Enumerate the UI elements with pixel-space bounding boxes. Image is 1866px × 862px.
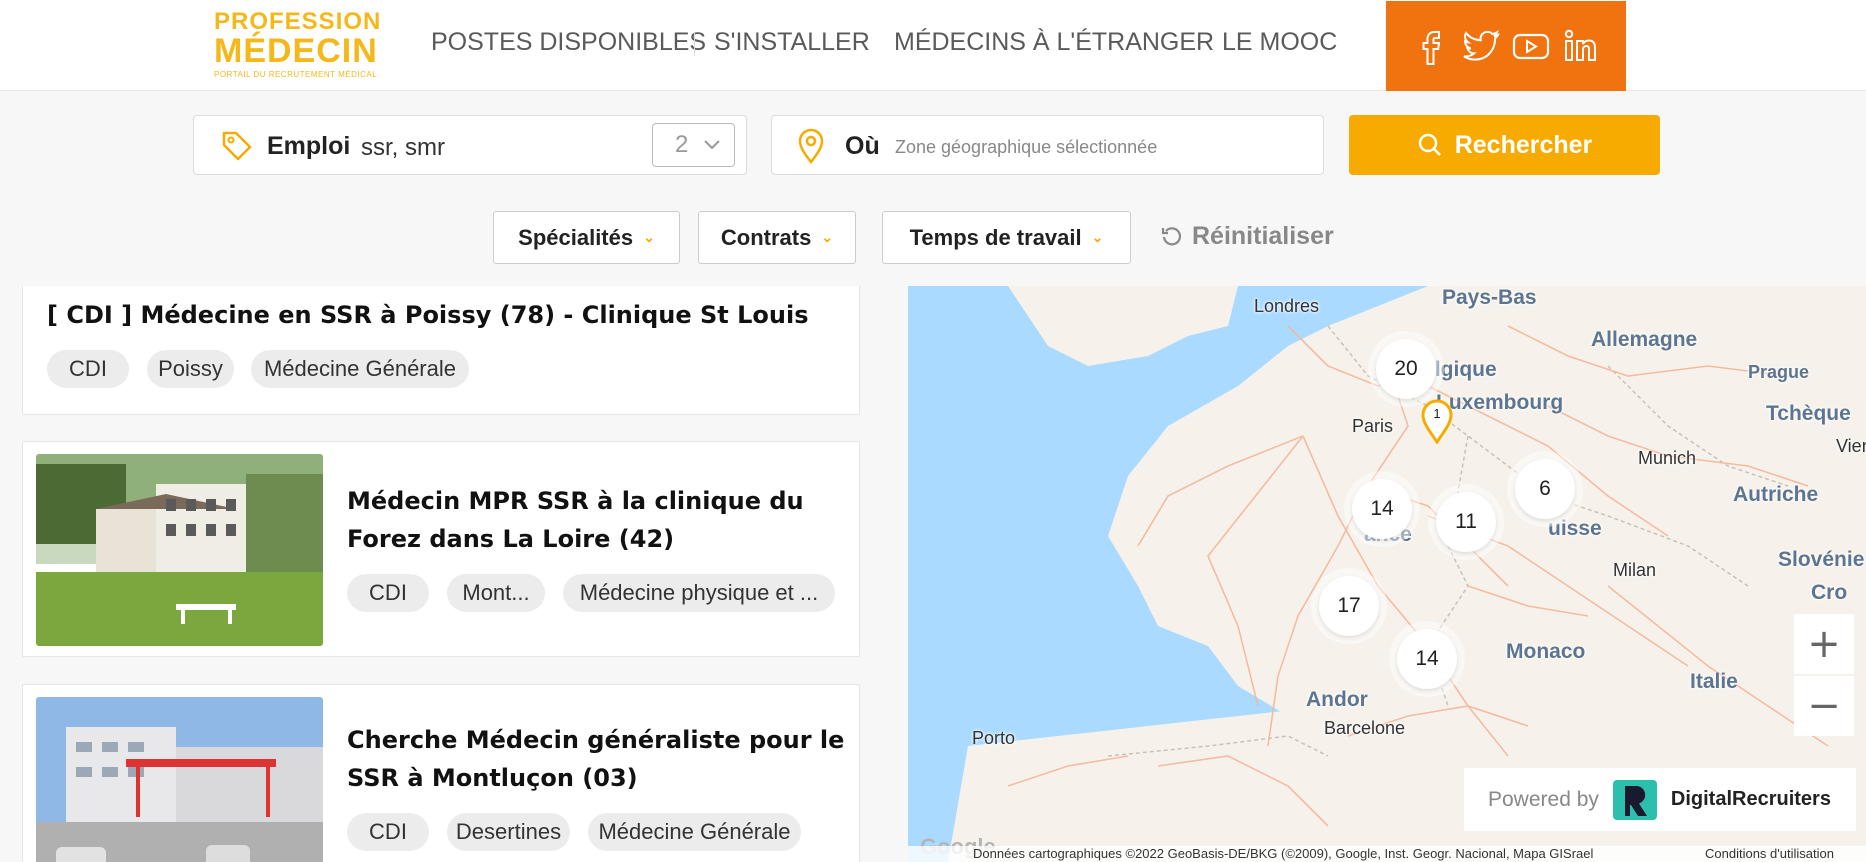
search-icon [1418, 133, 1441, 156]
location-label: Où [845, 132, 880, 160]
powered-by-badge[interactable]: Powered by DigitalRecruiters [1464, 768, 1856, 831]
job-card[interactable]: Médecin MPR SSR à la clinique du Forez d… [22, 441, 860, 657]
map-cluster-centre[interactable]: 14 [1352, 479, 1412, 539]
contrats-filter[interactable]: Contrats ⌄ [698, 211, 856, 264]
map-label-londres: Londres [1254, 296, 1320, 316]
map-label-monaco: Monaco [1506, 640, 1586, 663]
chevron-down-icon: ⌄ [821, 229, 834, 245]
digitalrecruiters-brand: DigitalRecruiters [1670, 788, 1831, 810]
map-label-autriche: Autriche [1733, 483, 1819, 506]
job-title-line2[interactable]: SSR à Montluçon (03) [347, 759, 638, 797]
job-card[interactable]: Cherche Médecin généraliste pour le SSR … [22, 684, 860, 862]
job-title-line1[interactable]: Cherche Médecin généraliste pour le [347, 721, 844, 759]
location-search-field[interactable]: Où Zone géographique sélectionnée [771, 115, 1324, 175]
emploi-value[interactable]: ssr, smr [361, 134, 445, 162]
map-terms-link[interactable]: Conditions d'utilisation [1705, 846, 1834, 861]
map-label-italie: Italie [1690, 670, 1738, 693]
tag-icon [222, 131, 252, 161]
linkedin-icon[interactable] [1561, 26, 1601, 66]
map-cluster-rhone-alpes[interactable]: 6 [1515, 459, 1575, 519]
nav-separator [694, 32, 695, 56]
job-tag-specialty: Médecine physique et ... [563, 574, 835, 612]
reset-label: Réinitialiser [1192, 222, 1334, 250]
clinique-forez-photo[interactable] [36, 454, 323, 646]
ssr-montlucon-photo[interactable] [36, 697, 323, 862]
job-tag-contract: CDI [347, 574, 429, 612]
social-links [1386, 1, 1626, 91]
top-navigation-bar: PROFESSION MÉDECIN PORTAIL DU RECRUTEMEN… [0, 0, 1866, 91]
twitter-icon[interactable] [1461, 26, 1501, 66]
logo-tagline: PORTAIL DU RECRUTEMENT MÉDICAL [214, 70, 378, 79]
map-label-luxembourg: Luxembourg [1436, 391, 1564, 414]
map-marker-pin[interactable]: 1 [1420, 398, 1454, 445]
job-card[interactable]: [ CDI ] Médecine en SSR à Poissy (78) - … [22, 286, 860, 415]
job-list: [ CDI ] Médecine en SSR à Poissy (78) - … [0, 286, 908, 862]
location-pin-icon [798, 128, 824, 165]
chevron-down-icon [704, 140, 720, 150]
chevron-down-icon: ⌄ [643, 229, 655, 245]
job-tag-location: Poissy [147, 350, 234, 388]
location-placeholder: Zone géographique sélectionnée [895, 137, 1158, 157]
search-button-label: Rechercher [1454, 130, 1593, 159]
search-button[interactable]: Rechercher [1349, 115, 1660, 175]
nav-medecins-etranger[interactable]: MÉDECINS À L'ÉTRANGER [894, 28, 1214, 57]
map-cluster-sud-ouest[interactable]: 17 [1319, 576, 1379, 636]
powered-by-label: Powered by [1488, 787, 1599, 811]
map-label-prague: Prague [1748, 362, 1810, 382]
temps-de-travail-label: Temps de travail [909, 224, 1082, 250]
chevron-down-icon: ⌄ [1091, 229, 1104, 245]
specialites-filter[interactable]: Spécialités ⌄ [493, 211, 680, 264]
map-label-paris: Paris [1352, 416, 1394, 436]
nav-postes-disponibles[interactable]: POSTES DISPONIBLES [431, 28, 706, 57]
zoom-in-button[interactable]: + [1794, 614, 1854, 674]
nav-s-installer[interactable]: S'INSTALLER [714, 28, 870, 57]
map-marker-count: 1 [1433, 406, 1441, 421]
reset-icon [1161, 226, 1182, 245]
job-tag-location: Desertines [447, 813, 570, 851]
logo-line1: PROFESSION [214, 8, 382, 35]
map-label-slovenie: Slovénie [1778, 548, 1865, 571]
map-label-barcelone: Barcelone [1324, 718, 1406, 738]
map-attribution-text: Données cartographiques ©2022 GeoBasis-D… [973, 846, 1594, 861]
map-cluster-auvergne[interactable]: 11 [1436, 492, 1496, 552]
job-tag-location: Mont... [447, 574, 545, 612]
keyword-count-dropdown[interactable]: 2 [652, 123, 735, 167]
emploi-label: Emploi [267, 132, 351, 160]
job-title-line1[interactable]: Médecin MPR SSR à la clinique du [347, 482, 804, 520]
keyword-count: 2 [675, 131, 689, 158]
zoom-out-button[interactable]: − [1794, 676, 1854, 736]
map-label-milan: Milan [1613, 560, 1657, 580]
map-label-andorre: Andor [1306, 688, 1368, 711]
contrats-label: Contrats [720, 224, 812, 250]
map-cluster-paris[interactable]: 20 [1376, 339, 1436, 399]
logo-line2: MÉDECIN [214, 32, 378, 70]
job-tag-contract: CDI [347, 813, 429, 851]
temps-de-travail-filter[interactable]: Temps de travail ⌄ [882, 211, 1131, 264]
profession-medecin-logo[interactable]: PROFESSION MÉDECIN PORTAIL DU RECRUTEMEN… [214, 10, 384, 82]
map-label-croatie: Cro [1811, 581, 1848, 604]
facebook-icon[interactable] [1411, 26, 1451, 66]
map-label-munich: Munich [1638, 448, 1697, 468]
job-title-line2[interactable]: Forez dans La Loire (42) [347, 520, 674, 558]
emploi-search-field[interactable]: Emploi ssr, smr 2 [193, 115, 747, 175]
map-label-vienne: Vien [1836, 436, 1866, 456]
digitalrecruiters-logo-icon [1612, 779, 1657, 820]
job-tag-contract: CDI [47, 350, 129, 388]
map-attribution: Données cartographiques ©2022 GeoBasis-D… [908, 846, 1866, 862]
map-label-suisse: uisse [1548, 517, 1602, 540]
specialites-label: Spécialités [518, 224, 634, 250]
map-label-tcheque: Tchèque [1766, 402, 1851, 425]
map-cluster-occitanie[interactable]: 14 [1397, 629, 1457, 689]
map-label-pays-bas: Pays-Bas [1442, 286, 1537, 309]
job-tag-specialty: Médecine Générale [251, 350, 469, 388]
job-tag-specialty: Médecine Générale [588, 813, 801, 851]
youtube-icon[interactable] [1511, 26, 1551, 66]
job-title[interactable]: [ CDI ] Médecine en SSR à Poissy (78) - … [47, 296, 809, 334]
map-label-porto: Porto [972, 728, 1016, 748]
reset-filters-button[interactable]: Réinitialiser [1160, 222, 1334, 251]
nav-le-mooc[interactable]: LE MOOC [1222, 28, 1337, 57]
map-label-allemagne: Allemagne [1591, 328, 1698, 351]
